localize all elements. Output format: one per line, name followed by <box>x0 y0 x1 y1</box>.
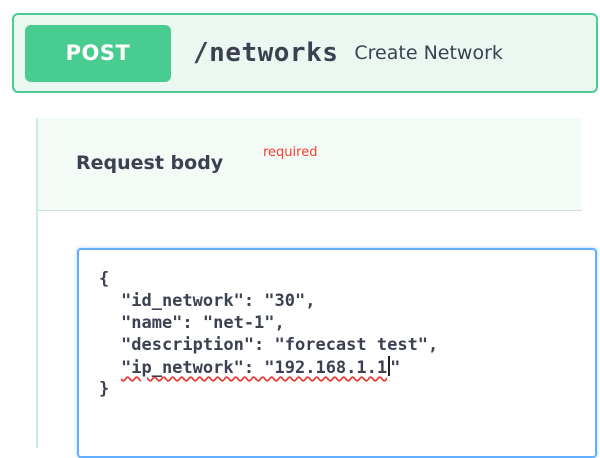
code-text-description: "description": "forecast test", <box>121 335 439 355</box>
operation-description: Create Network <box>354 42 503 64</box>
required-label: required <box>263 145 318 160</box>
code-text-name: "name": "net-1", <box>121 313 285 333</box>
code-line-id-network: "id_network": "30", <box>99 290 595 312</box>
code-line-open-brace: { <box>99 269 110 289</box>
code-text-closing-quote: " <box>390 358 401 378</box>
method-badge-post: POST <box>25 24 171 82</box>
code-text-id-network: "id_network": "30", <box>121 291 316 311</box>
code-line-name: "name": "net-1", <box>99 312 595 334</box>
operation-body: Request body required { "id_network": "3… <box>36 118 600 458</box>
endpoint-path: /networks <box>193 38 339 68</box>
request-body-header: Request body required <box>38 118 582 211</box>
request-body-title: Request body <box>76 152 224 174</box>
code-line-close-brace: } <box>99 379 110 399</box>
code-text-ip-network: "ip_network": "192.168.1.1 <box>121 358 388 378</box>
code-line-ip-network: "ip_network": "192.168.1.1 " <box>99 356 595 378</box>
request-body-spacer <box>38 211 582 241</box>
request-body-editor[interactable]: { "id_network": "30", "name": "net-1", "… <box>77 248 597 458</box>
operation-summary[interactable]: POST /networks Create Network <box>12 13 598 93</box>
code-line-description: "description": "forecast test", <box>99 334 595 356</box>
